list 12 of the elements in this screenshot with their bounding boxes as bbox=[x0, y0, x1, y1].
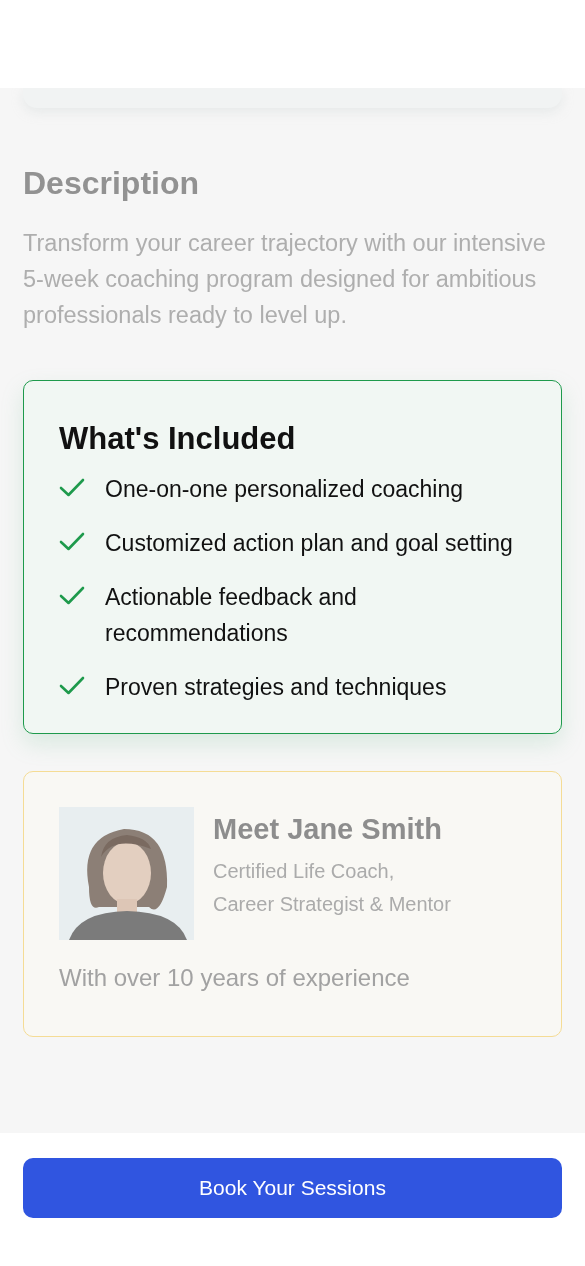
book-button[interactable]: Book Your Sessions bbox=[23, 1158, 562, 1218]
coach-credential: Career Strategist & Mentor bbox=[213, 892, 451, 917]
feature-text: Customized action plan and goal setting bbox=[105, 529, 513, 558]
feature-text: One-on-one personalized coaching bbox=[105, 475, 464, 504]
coach-credential: Certified Life Coach, bbox=[213, 859, 396, 884]
card-title: What's Included bbox=[59, 420, 297, 458]
feature-text: Proven strategies and techniques bbox=[105, 673, 447, 702]
description-text: Transform your career trajectory with our intensive 5-week coaching program designed for ambitious professionals ready to level up. bbox=[23, 229, 547, 330]
coach-bio: With over 10 years of experience bbox=[59, 963, 411, 993]
feature-text: Actionable feedback and recommendations bbox=[105, 583, 358, 648]
coach-name: Meet Jane Smith bbox=[213, 812, 443, 847]
section-heading: Description bbox=[23, 164, 201, 203]
